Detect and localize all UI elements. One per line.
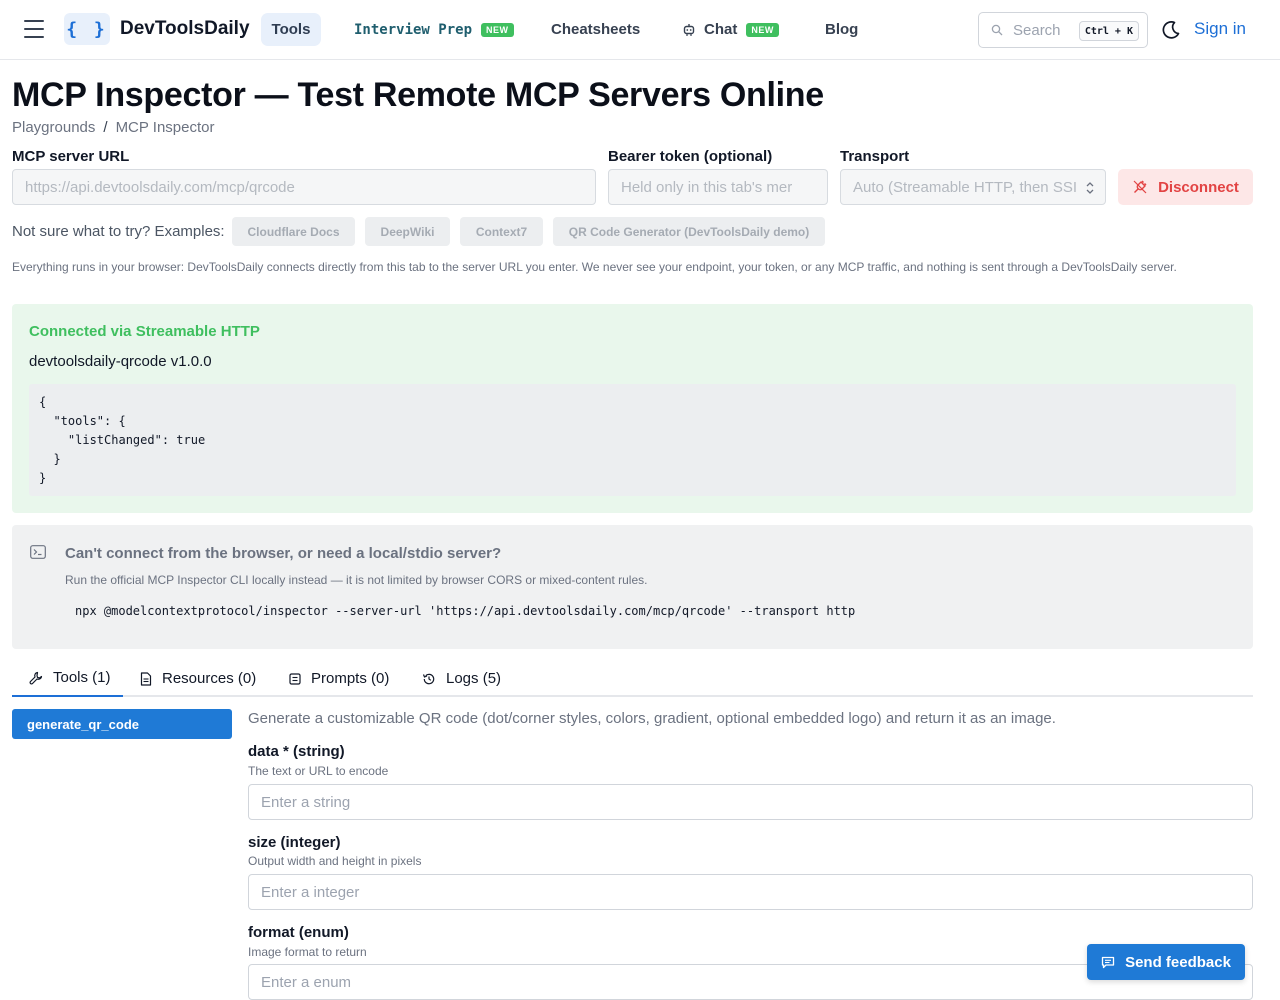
disconnect-button[interactable]: Disconnect <box>1118 169 1253 205</box>
bearer-token-input[interactable]: Held only in this tab's mer <box>608 169 828 205</box>
server-info: devtoolsdaily-qrcode v1.0.0 <box>29 353 212 370</box>
tab-logs-label: Logs (5) <box>446 670 502 687</box>
privacy-note: Everything runs in your browser: DevTool… <box>12 260 1177 274</box>
logo-braces-icon: { } <box>64 13 110 45</box>
server-url-label: MCP server URL <box>12 148 130 165</box>
send-feedback-label: Send feedback <box>1125 953 1231 971</box>
history-icon <box>422 673 435 684</box>
search-placeholder: Search <box>1013 21 1061 39</box>
nav-cheatsheets[interactable]: Cheatsheets <box>551 13 640 46</box>
transport-label: Transport <box>840 148 910 165</box>
example-qr-code-generator[interactable]: QR Code Generator (DevToolsDaily demo) <box>553 217 825 246</box>
moon-icon[interactable] <box>1160 19 1182 41</box>
examples-label: Not sure what to try? Examples: <box>12 223 225 240</box>
param-size-input[interactable]: Enter a integer <box>248 874 1253 910</box>
nav-interview-prep-label: Interview Prep <box>354 21 473 38</box>
cli-title: Can't connect from the browser, or need … <box>65 545 502 562</box>
menu-icon[interactable] <box>24 20 44 38</box>
tab-prompts-label: Prompts (0) <box>311 670 390 687</box>
transport-value: Auto (Streamable HTTP, then SSI <box>853 178 1077 196</box>
message-icon <box>1101 956 1115 968</box>
logo-text: DevToolsDaily <box>120 18 250 40</box>
param-data-help: The text or URL to encode <box>248 764 389 778</box>
chat-bot-icon <box>683 23 695 36</box>
send-feedback-button[interactable]: Send feedback <box>1087 944 1245 980</box>
page-title: MCP Inspector — Test Remote MCP Servers … <box>12 76 824 114</box>
inspector-tabs: Tools (1) Resources (0) Prompts (0) Logs… <box>12 660 1253 697</box>
logo[interactable]: { } DevToolsDaily <box>64 13 250 45</box>
sign-in-link[interactable]: Sign in <box>1194 19 1246 39</box>
search-input[interactable]: Search Ctrl + K <box>978 12 1148 48</box>
param-data-input[interactable]: Enter a string <box>248 784 1253 820</box>
param-size-help: Output width and height in pixels <box>248 854 422 868</box>
terminal-icon <box>30 545 46 559</box>
new-badge: NEW <box>481 22 514 37</box>
nav-tools[interactable]: Tools <box>261 13 321 46</box>
tab-logs[interactable]: Logs (5) <box>422 660 501 697</box>
tool-description: Generate a customizable QR code (dot/cor… <box>248 710 1056 727</box>
nav-chat[interactable]: Chat NEW <box>682 13 779 46</box>
tab-tools[interactable]: Tools (1) <box>12 660 123 697</box>
connection-panel: Connected via Streamable HTTP devtoolsda… <box>12 304 1253 513</box>
param-data-label: data * (string) <box>248 743 345 760</box>
param-format-label: format (enum) <box>248 924 349 941</box>
search-icon <box>991 24 1003 36</box>
breadcrumb: Playgrounds / MCP Inspector <box>12 119 215 136</box>
server-url-input[interactable]: https://api.devtoolsdaily.com/mcp/qrcode <box>12 169 596 205</box>
top-nav: { } DevToolsDaily Tools Interview Prep N… <box>0 0 1280 60</box>
bearer-token-label: Bearer token (optional) <box>608 148 773 165</box>
nav-interview-prep[interactable]: Interview Prep NEW <box>354 13 514 46</box>
breadcrumb-playgrounds[interactable]: Playgrounds <box>12 119 95 136</box>
cli-panel: Can't connect from the browser, or need … <box>12 525 1253 649</box>
file-icon <box>140 671 152 686</box>
example-cloudflare-docs[interactable]: Cloudflare Docs <box>232 217 355 246</box>
transport-select[interactable]: Auto (Streamable HTTP, then SSI <box>840 169 1106 205</box>
wrench-icon <box>29 671 43 684</box>
unplug-icon <box>1133 180 1147 194</box>
connection-status: Connected via Streamable HTTP <box>29 323 260 340</box>
disconnect-label: Disconnect <box>1158 178 1239 196</box>
tab-resources-label: Resources (0) <box>162 670 257 687</box>
breadcrumb-separator: / <box>103 119 108 136</box>
breadcrumb-current: MCP Inspector <box>115 119 215 136</box>
prompt-icon <box>289 672 301 685</box>
example-context7[interactable]: Context7 <box>460 217 543 246</box>
logo-text-value: DevToolsDaily <box>120 18 250 39</box>
nav-chat-label: Chat <box>704 21 738 38</box>
tab-tools-label: Tools (1) <box>53 669 111 686</box>
example-deepwiki[interactable]: DeepWiki <box>365 217 450 246</box>
tab-resources[interactable]: Resources (0) <box>140 660 256 697</box>
param-size-label: size (integer) <box>248 834 341 851</box>
param-format-help: Image format to return <box>248 945 367 959</box>
capabilities-json: { "tools": { "listChanged": true } } <box>29 384 1236 496</box>
cli-command[interactable]: npx @modelcontextprotocol/inspector --se… <box>75 604 855 618</box>
new-badge: NEW <box>746 22 779 37</box>
cli-description: Run the official MCP Inspector CLI local… <box>65 573 648 587</box>
tab-prompts[interactable]: Prompts (0) <box>289 660 389 697</box>
chevron-updown-icon <box>1086 182 1094 194</box>
nav-blog[interactable]: Blog <box>825 13 858 46</box>
search-shortcut: Ctrl + K <box>1078 21 1139 41</box>
tool-item-generate-qr-code[interactable]: generate_qr_code <box>12 709 232 739</box>
